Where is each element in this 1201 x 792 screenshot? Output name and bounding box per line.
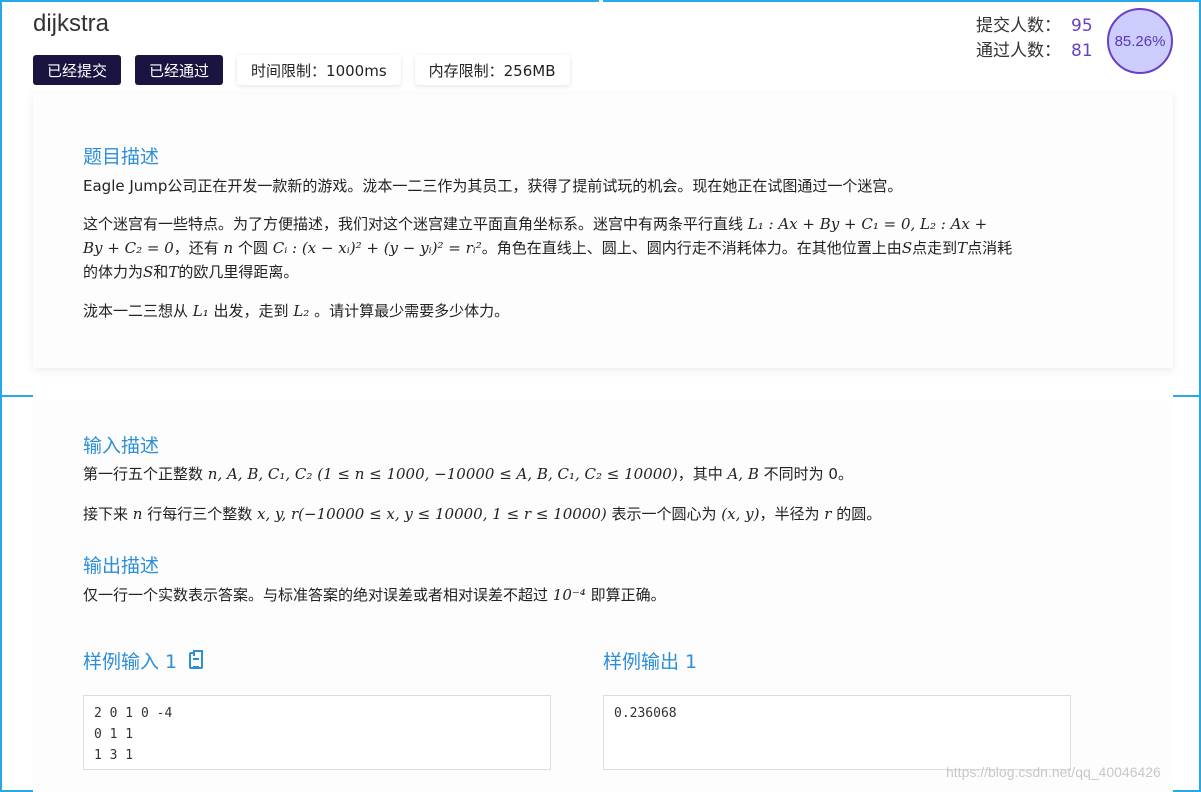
sample-output-heading: 样例输出 1 xyxy=(603,651,698,673)
problem-tags: 已经提交 已经通过 时间限制：1000ms 内存限制：256MB xyxy=(33,55,570,85)
sample-input-heading: 样例输入 1 xyxy=(83,647,204,674)
copy-clipboard-icon[interactable] xyxy=(189,650,204,669)
pass-count-row: 通过人数： 81 xyxy=(976,41,1093,61)
description-paragraph-3: 泷本一二三想从 L₁ 出发，走到 L₂ 。请计算最少需要多少体力。 xyxy=(83,302,510,320)
description-paragraph-1: Eagle Jump公司正在开发一款新的游戏。泷本一二三作为其员工，获得了提前试… xyxy=(83,177,903,195)
submit-count: 95 xyxy=(1071,16,1093,36)
watermark: https://blog.csdn.net/qq_40046426 xyxy=(946,764,1161,780)
output-line-1: 仅一行一个实数表示答案。与标准答案的绝对误差或者相对误差不超过 10⁻⁴ 即算正… xyxy=(83,586,666,604)
output-heading: 输出描述 xyxy=(83,555,160,577)
submitted-badge: 已经提交 xyxy=(33,55,122,85)
sample-input-box: 2 0 1 0 -4 0 1 1 1 3 1 xyxy=(83,695,551,770)
io-card: 输入描述 第一行五个正整数 n, A, B, C₁, C₂ (1 ≤ n ≤ 1… xyxy=(33,400,1173,792)
frame-mid-right xyxy=(1173,395,1201,397)
input-heading: 输入描述 xyxy=(83,435,160,457)
description-paragraph-2: 这个迷宫有一些特点。为了方便描述，我们对这个迷宫建立平面直角坐标系。迷宫中有两条… xyxy=(83,215,1013,281)
frame-mid-left xyxy=(0,395,33,397)
description-heading: 题目描述 xyxy=(83,146,160,168)
input-line-1: 第一行五个正整数 n, A, B, C₁, C₂ (1 ≤ n ≤ 1000, … xyxy=(83,465,853,483)
frame-top-left xyxy=(0,0,599,2)
memory-limit-badge: 内存限制：256MB xyxy=(414,55,570,85)
submit-count-row: 提交人数： 95 xyxy=(976,16,1093,36)
sample-output-box: 0.236068 xyxy=(603,695,1071,770)
submission-stats: 提交人数： 95 通过人数： 81 xyxy=(976,14,1093,64)
frame-top-right xyxy=(603,0,1201,2)
pass-rate-circle: 85.26% xyxy=(1107,8,1173,74)
pass-count: 81 xyxy=(1071,41,1093,61)
time-limit-badge: 时间限制：1000ms xyxy=(237,55,401,85)
description-card: 题目描述 Eagle Jump公司正在开发一款新的游戏。泷本一二三作为其员工，获… xyxy=(33,94,1173,368)
input-line-2: 接下来 n 行每行三个整数 x, y, r(−10000 ≤ x, y ≤ 10… xyxy=(83,505,882,523)
passed-badge: 已经通过 xyxy=(135,55,224,85)
problem-title: dijkstra xyxy=(33,10,110,37)
